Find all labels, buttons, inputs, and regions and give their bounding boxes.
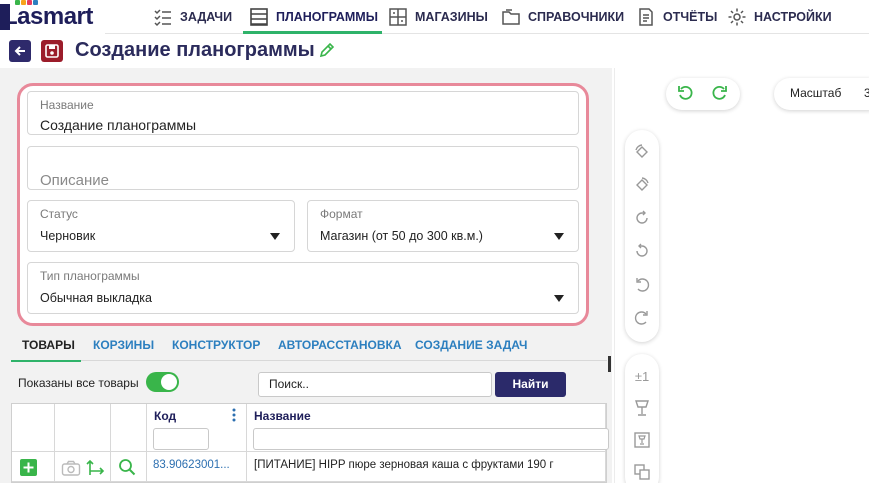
goblet-icon[interactable] [631,397,653,419]
column-divider [54,404,55,482]
rotate-cw-icon[interactable] [631,207,653,229]
magnifier-icon[interactable] [118,458,136,476]
name-value: Создание планограммы [40,117,197,133]
report-icon [639,8,653,26]
planogram-icon [250,8,268,26]
plus-minus-one-icon[interactable]: ±1 [631,365,653,387]
shown-all-label: Показаны все товары [18,376,139,390]
arrow-left-icon [14,46,25,56]
column-menu-icon[interactable] [232,408,236,422]
tab-constructor[interactable]: КОНСТРУКТОР [172,331,260,361]
column-header-code[interactable]: Код [154,409,176,423]
nav-label: НАСТРОЙКИ [754,10,832,24]
back-button[interactable] [9,40,31,62]
name-label: Название [40,98,94,112]
row-divider [12,481,606,482]
stores-icon [389,8,407,26]
scale-label: Масштаб [790,86,842,100]
logo-dot [33,0,38,5]
floppy-disk-icon [45,44,59,58]
page-title: Создание планограммы [75,39,315,61]
type-value: Обычная выкладка [40,291,152,305]
status-value: Черновик [40,229,96,243]
rotate-left-diamond-icon[interactable] [631,141,653,163]
column-divider [146,404,147,482]
column-header-name[interactable]: Название [254,409,311,423]
redo-icon[interactable] [710,84,728,102]
logo-dot [27,0,32,5]
find-button[interactable]: Найти [495,372,566,397]
tab-auto-placement[interactable]: АВТОРАССТАНОВКА [278,331,402,361]
pencil-edit-icon[interactable] [319,42,335,63]
top-navigation: Lasmart ЗАДАЧИ ПЛАНОГРАММЫ МАГАЗИНЫ СПРА… [0,0,869,34]
logo-dot [21,0,26,5]
nav-label: СПРАВОЧНИКИ [528,10,625,24]
rotate-ccw-icon[interactable] [631,240,653,262]
lasmart-logo[interactable]: Lasmart [0,0,105,34]
name-filter-input[interactable] [253,428,609,450]
chevron-down-icon [554,233,564,240]
camera-icon[interactable] [61,460,81,476]
nav-item-planograms[interactable]: ПЛАНОГРАММЫ [243,0,382,34]
column-divider [246,404,247,482]
tab-products[interactable]: ТОВАРЫ [11,331,81,362]
nav-label: ПЛАНОГРАММЫ [276,10,378,24]
search-input[interactable]: Поиск.. [258,372,492,397]
name-field[interactable]: Название Создание планограммы [27,91,579,135]
format-value: Магазин (от 50 до 300 кв.м.) [320,229,483,243]
copy-icon[interactable] [631,461,653,483]
nav-item-stores[interactable]: МАГАЗИНЫ [388,0,488,34]
tab-baskets[interactable]: КОРЗИНЫ [93,331,154,361]
rotate-right-diamond-icon[interactable] [631,174,653,196]
rotate-forward-icon[interactable] [631,307,653,329]
format-label: Формат [320,207,363,221]
description-field[interactable]: Описание [27,146,579,190]
scale-value: 3 [864,86,869,100]
add-product-button[interactable] [20,459,37,476]
logo-text: Lasmart [3,3,93,30]
undo-icon[interactable] [677,84,695,102]
table-cell-name: [ПИТАНИЕ] HIPP пюре зерновая каша с фрук… [254,459,554,471]
format-select[interactable]: Формат Магазин (от 50 до 300 кв.м.) [307,200,579,252]
status-select[interactable]: Статус Черновик [27,200,295,252]
logo-dot [15,0,20,5]
nav-item-tasks[interactable]: ЗАДАЧИ [153,0,232,34]
checklist-icon [154,9,171,27]
nav-label: ЗАДАЧИ [180,10,233,24]
type-select[interactable]: Тип планограммы Обычная выкладка [27,262,579,314]
page: Lasmart ЗАДАЧИ ПЛАНОГРАММЫ МАГАЗИНЫ СПРА… [0,0,869,483]
frame-goblet-icon[interactable] [631,429,653,451]
gear-icon [728,8,746,26]
table-cell-code[interactable]: 83.90623001... [153,459,230,471]
row-divider [12,451,606,452]
plus-icon [23,462,34,473]
toggle-knob [161,374,177,390]
column-divider [110,404,111,482]
description-placeholder: Описание [40,172,110,189]
folder-icon [502,9,520,25]
nav-item-settings[interactable]: НАСТРОЙКИ [727,0,832,34]
show-all-toggle[interactable] [146,372,179,392]
code-filter-input[interactable] [153,428,209,450]
tab-create-tasks[interactable]: СОЗДАНИЕ ЗАДАЧ [415,331,527,361]
rotate-back-icon[interactable] [631,274,653,296]
nav-item-reports[interactable]: ОТЧЁТЫ [636,0,717,34]
chevron-down-icon [554,295,564,302]
save-button[interactable] [41,40,63,62]
status-label: Статус [40,207,78,221]
nav-label: МАГАЗИНЫ [415,10,488,24]
nav-label: ОТЧЁТЫ [663,10,718,24]
move-arrows-icon[interactable] [85,457,105,477]
chevron-down-icon [270,233,280,240]
planogram-form: Название Создание планограммы Описание С… [17,83,589,326]
nav-item-references[interactable]: СПРАВОЧНИКИ [501,0,624,34]
type-label: Тип планограммы [40,269,140,283]
scrollbar-thumb[interactable] [608,356,611,372]
